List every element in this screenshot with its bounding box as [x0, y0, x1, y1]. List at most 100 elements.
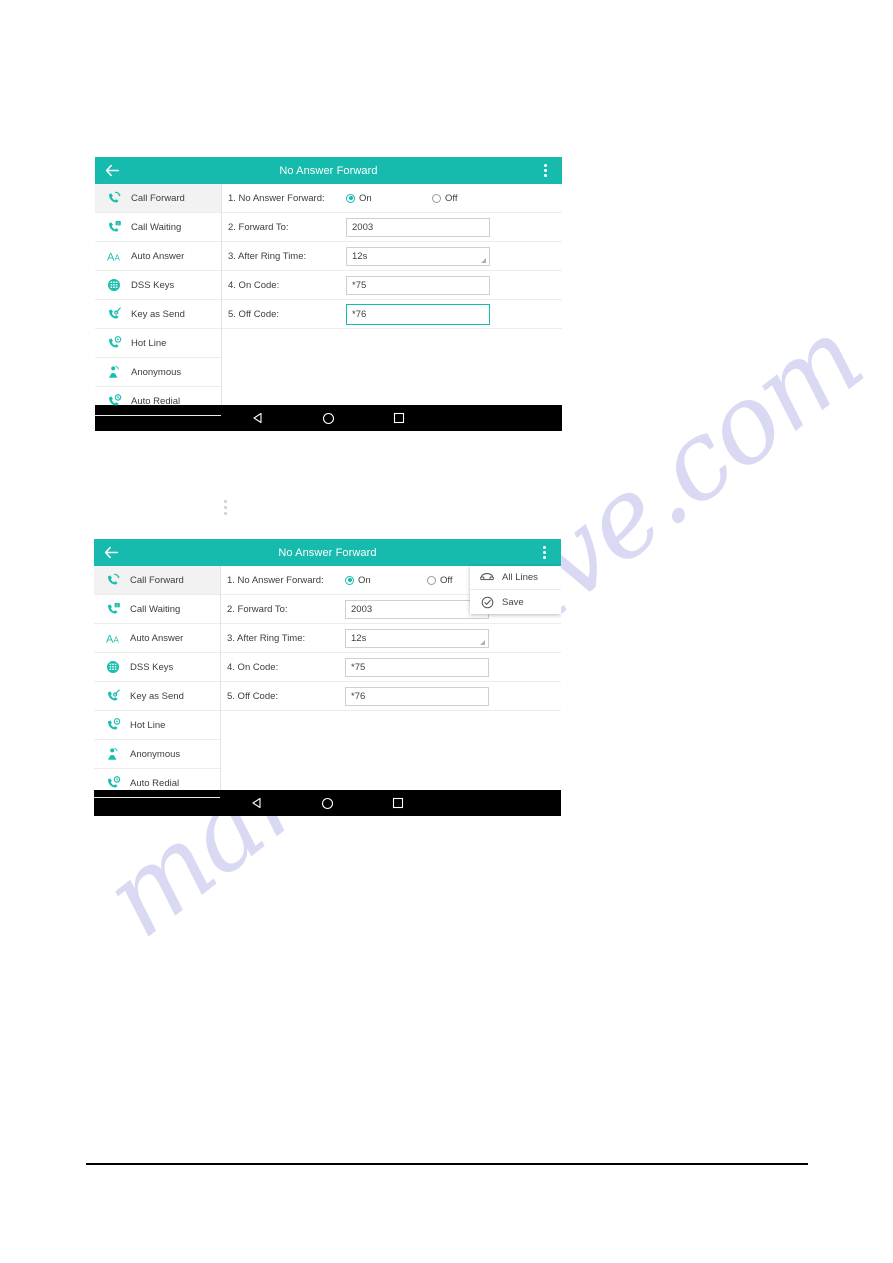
after-ring-time-value: 12s [352, 250, 368, 262]
kebab-dot [543, 164, 547, 167]
sidebar-item-auto-answer[interactable]: A A Auto Answer [95, 242, 221, 271]
kebab-dot [542, 556, 546, 559]
content-area-one: Call Forward z Call Waiting A A Auto Ans… [95, 184, 562, 416]
sidebar-item-auto-redial[interactable]: Auto Redial [94, 769, 220, 798]
sidebar-item-key-as-send[interactable]: Key as Send [94, 682, 220, 711]
form-label: 3. After Ring Time: [227, 632, 306, 644]
svg-text:z: z [117, 222, 119, 226]
off-code-input[interactable]: *76 [345, 686, 489, 706]
form-label: 2. Forward To: [228, 221, 289, 233]
auto-redial-icon [103, 392, 125, 410]
page-title-one: No Answer Forward [279, 164, 378, 177]
kebab-dot [542, 546, 546, 549]
auto-redial-icon [102, 774, 124, 792]
radio-on[interactable]: On [346, 193, 432, 204]
recents-square-icon[interactable] [393, 412, 405, 424]
form-row-after-ring-time: 3. After Ring Time: 12s [221, 624, 561, 653]
off-code-value: *76 [351, 690, 366, 702]
form-row-after-ring-time: 3. After Ring Time: 12s [222, 242, 562, 271]
key-as-send-icon [102, 687, 124, 705]
overflow-menu-icon[interactable] [528, 157, 562, 184]
sidebar-item-hot-line[interactable]: Hot Line [94, 711, 220, 740]
radio-off[interactable]: Off [432, 193, 458, 204]
back-arrow-icon[interactable] [94, 539, 128, 566]
overflow-menu-icon [224, 500, 227, 515]
sidebar-item-call-waiting[interactable]: z Call Waiting [95, 213, 221, 242]
settings-form-one: 1. No Answer Forward: On Off 2. Forward … [222, 184, 562, 405]
sidebar-item-label: Hot Line [130, 719, 166, 731]
back-arrow-icon[interactable] [95, 157, 129, 184]
on-code-value: *75 [352, 279, 367, 291]
radio-label-on: On [358, 574, 371, 586]
radio-on[interactable]: On [345, 575, 427, 586]
sidebar-item-dss-keys[interactable]: DSS Keys [94, 653, 220, 682]
sidebar-item-label: Call Forward [131, 192, 185, 204]
form-row-on-code: 4. On Code: *75 [221, 653, 561, 682]
sidebar-item-label: Anonymous [130, 748, 181, 760]
call-forward-icon [103, 189, 125, 207]
sidebar-item-call-forward[interactable]: Call Forward [95, 184, 221, 213]
sidebar-item-anonymous[interactable]: Anonymous [95, 358, 221, 387]
overflow-popup-menu: All Lines Save [470, 566, 561, 614]
back-triangle-icon[interactable] [251, 797, 263, 809]
form-label: 5. Off Code: [227, 690, 279, 702]
dropdown-corner-icon [480, 639, 485, 645]
sidebar-item-call-forward[interactable]: Call Forward [94, 566, 220, 595]
off-code-input[interactable]: *76 [346, 303, 490, 325]
sidebar-item-label: DSS Keys [130, 661, 174, 673]
sidebar-item-dss-keys[interactable]: DSS Keys [95, 271, 221, 300]
menu-item-save[interactable]: Save [470, 590, 561, 614]
titlebar-two: No Answer Forward [94, 539, 561, 566]
telephone-icon [478, 570, 496, 586]
forward-to-input[interactable]: 2003 [345, 599, 489, 619]
after-ring-time-select[interactable]: 12s [346, 246, 490, 266]
radio-dot-on [345, 575, 354, 585]
sidebar-item-auto-answer[interactable]: A A Auto Answer [94, 624, 220, 653]
sidebar-item-auto-redial[interactable]: Auto Redial [95, 387, 221, 416]
back-triangle-icon[interactable] [252, 412, 264, 424]
home-circle-icon[interactable] [322, 412, 335, 425]
form-label: 5. Off Code: [228, 308, 280, 320]
menu-item-label: All Lines [502, 572, 538, 583]
forward-to-value: 2003 [352, 221, 374, 233]
on-code-input[interactable]: *75 [346, 275, 490, 295]
sidebar-item-anonymous[interactable]: Anonymous [94, 740, 220, 769]
menu-item-label: Save [502, 596, 524, 608]
form-label: 1. No Answer Forward: [228, 192, 325, 204]
sidebar-item-key-as-send[interactable]: Key as Send [95, 300, 221, 329]
recents-square-icon[interactable] [392, 797, 404, 809]
call-waiting-icon: z [102, 600, 124, 618]
form-label: 2. Forward To: [227, 603, 288, 615]
sidebar-item-hot-line[interactable]: Hot Line [95, 329, 221, 358]
radio-label-on: On [359, 192, 372, 204]
radio-label-off: Off [445, 192, 458, 204]
sidebar-item-label: DSS Keys [131, 279, 175, 291]
sidebar-item-label: Auto Redial [131, 395, 181, 407]
hot-line-icon [102, 716, 124, 734]
auto-answer-icon: A A [103, 247, 125, 265]
anonymous-icon [103, 363, 125, 381]
radio-group-no-answer-forward: On Off [346, 193, 562, 204]
overflow-menu-icon[interactable] [527, 539, 561, 566]
form-label: 1. No Answer Forward: [227, 574, 324, 586]
kebab-dot [224, 512, 227, 515]
kebab-dot [543, 174, 547, 177]
sidebar-item-call-waiting[interactable]: z Call Waiting [94, 595, 220, 624]
sidebar-item-label: Hot Line [131, 337, 167, 349]
sidebar-item-label: Auto Redial [130, 777, 180, 789]
home-circle-icon[interactable] [321, 797, 334, 810]
menu-item-all-lines[interactable]: All Lines [470, 566, 561, 590]
kebab-dot [543, 169, 547, 172]
form-row-no-answer-forward: 1. No Answer Forward: On Off [222, 184, 562, 213]
radio-off[interactable]: Off [427, 575, 453, 586]
on-code-input[interactable]: *75 [345, 657, 489, 677]
form-row-off-code: 5. Off Code: *76 [222, 300, 562, 329]
sidebar-item-label: Key as Send [131, 308, 185, 320]
auto-answer-icon: A A [102, 629, 124, 647]
after-ring-time-value: 12s [351, 632, 367, 644]
after-ring-time-select[interactable]: 12s [345, 628, 489, 648]
radio-dot-on [346, 193, 355, 203]
forward-to-input[interactable]: 2003 [346, 217, 490, 237]
radio-dot-off [432, 193, 441, 203]
svg-text:A: A [114, 254, 120, 263]
